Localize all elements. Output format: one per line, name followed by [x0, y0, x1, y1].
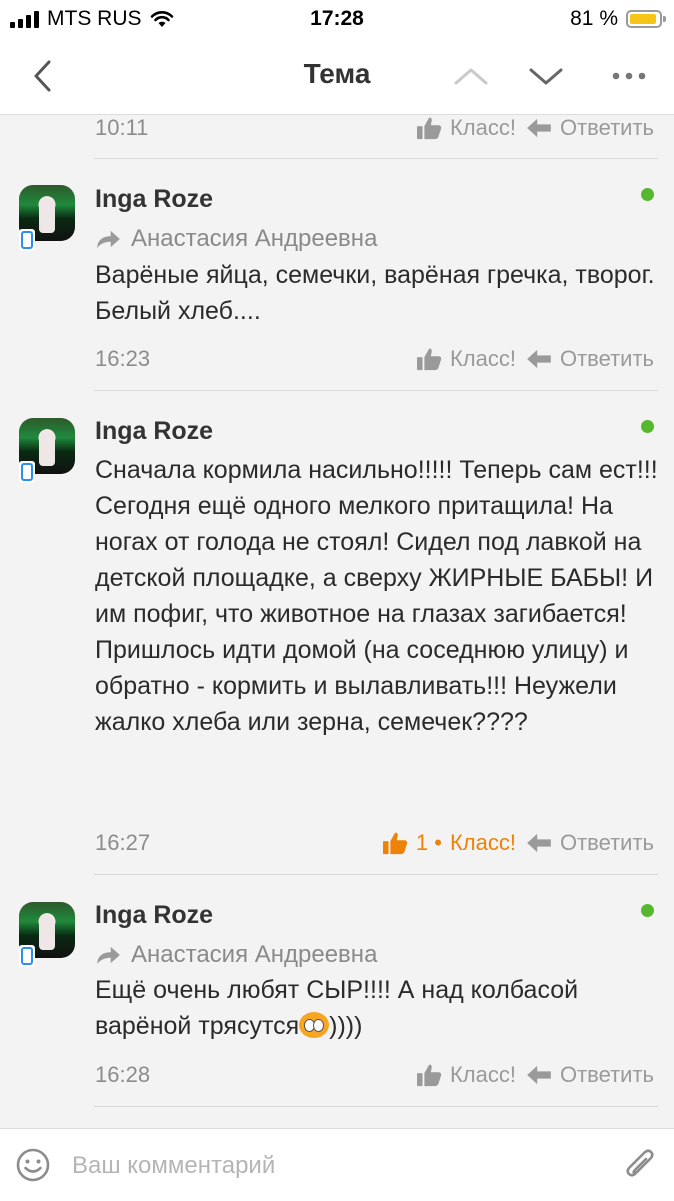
- more-button[interactable]: [609, 56, 649, 96]
- comment-bar: [0, 1128, 674, 1201]
- more-icon: [612, 72, 646, 80]
- reply-label: Ответить: [559, 346, 654, 371]
- comment-text-tail: )))): [329, 1012, 363, 1040]
- divider: [94, 158, 658, 159]
- like-label: Класс!: [449, 115, 516, 140]
- page-title: Тема: [303, 58, 371, 89]
- comment-actions: Класс! Ответить: [416, 115, 654, 141]
- reply-to[interactable]: Анастасия Андреевна: [95, 941, 377, 969]
- like-label: Класс!: [449, 1062, 516, 1087]
- smiley-icon: [16, 1148, 50, 1182]
- comment-input[interactable]: [72, 1149, 612, 1183]
- paperclip-icon: [626, 1149, 654, 1177]
- author-name[interactable]: Inga Roze: [95, 185, 213, 214]
- attach-button[interactable]: [622, 1145, 658, 1190]
- share-arrow-icon: [95, 945, 121, 965]
- nav-bar: Тема: [0, 38, 674, 115]
- comment-time: 16:28: [95, 1062, 151, 1087]
- mobile-icon: [19, 945, 35, 967]
- like-label: Класс!: [449, 830, 516, 855]
- like-button[interactable]: Класс!: [416, 1062, 516, 1088]
- divider: [94, 874, 658, 875]
- divider: [94, 390, 658, 391]
- crying-emoji-icon: [299, 1012, 330, 1038]
- thumbs-up-icon: [416, 347, 442, 371]
- reply-to[interactable]: Анастасия Андреевна: [95, 225, 377, 253]
- share-arrow-icon: [95, 229, 121, 249]
- comment-time: 16:23: [95, 346, 151, 371]
- thumbs-up-icon: [382, 831, 408, 855]
- reply-icon: [526, 349, 552, 369]
- online-indicator: [641, 904, 654, 917]
- comment-text: Ещё очень любят СЫР!!!! А над колбасой в…: [95, 972, 660, 1044]
- battery-percent: 81 %: [570, 7, 618, 30]
- thumbs-up-icon: [416, 116, 442, 140]
- emoji-button[interactable]: [15, 1147, 51, 1188]
- like-button[interactable]: Класс!: [416, 115, 516, 141]
- like-button[interactable]: Класс!: [416, 346, 516, 372]
- reply-to-name: Анастасия Андреевна: [131, 941, 378, 968]
- comment-time: 10:11: [95, 115, 149, 140]
- reply-button[interactable]: Ответить: [526, 830, 654, 856]
- reply-label: Ответить: [559, 830, 654, 855]
- mobile-icon: [19, 461, 35, 483]
- battery-icon: [626, 10, 666, 28]
- comment-actions: 1 • Класс! Ответить: [382, 830, 654, 856]
- like-button[interactable]: 1 • Класс!: [382, 830, 516, 856]
- reply-button[interactable]: Ответить: [526, 1062, 654, 1088]
- comment-actions: Класс! Ответить: [416, 1062, 654, 1088]
- author-name[interactable]: Inga Roze: [95, 901, 213, 930]
- reply-icon: [526, 118, 552, 138]
- comment-text: Варёные яйца, семечки, варёная гречка, т…: [95, 261, 655, 325]
- reply-icon: [526, 833, 552, 853]
- author-name[interactable]: Inga Roze: [95, 417, 213, 446]
- online-indicator: [641, 420, 654, 433]
- status-bar: MTS RUS 17:28 81 %: [0, 0, 674, 38]
- reply-button[interactable]: Ответить: [526, 115, 654, 141]
- reply-label: Ответить: [559, 115, 654, 140]
- comment-text: Сначала кормила насильно!!!!! Теперь сам…: [95, 456, 658, 736]
- thumbs-up-icon: [416, 1063, 442, 1087]
- reply-to-name: Анастасия Андреевна: [131, 225, 378, 252]
- online-indicator: [641, 188, 654, 201]
- like-count: 1 •: [415, 830, 442, 855]
- prev-button[interactable]: [451, 56, 491, 96]
- comment-time: 16:27: [95, 830, 151, 855]
- like-label: Класс!: [449, 346, 516, 371]
- next-button[interactable]: [526, 56, 566, 96]
- reply-label: Ответить: [559, 1062, 654, 1087]
- comment-actions: Класс! Ответить: [416, 346, 654, 372]
- mobile-icon: [19, 229, 35, 251]
- status-right: 81 %: [570, 7, 666, 31]
- chevron-down-icon: [529, 68, 563, 85]
- chevron-up-icon: [454, 68, 488, 85]
- divider: [94, 1106, 658, 1107]
- reply-button[interactable]: Ответить: [526, 346, 654, 372]
- reply-icon: [526, 1065, 552, 1085]
